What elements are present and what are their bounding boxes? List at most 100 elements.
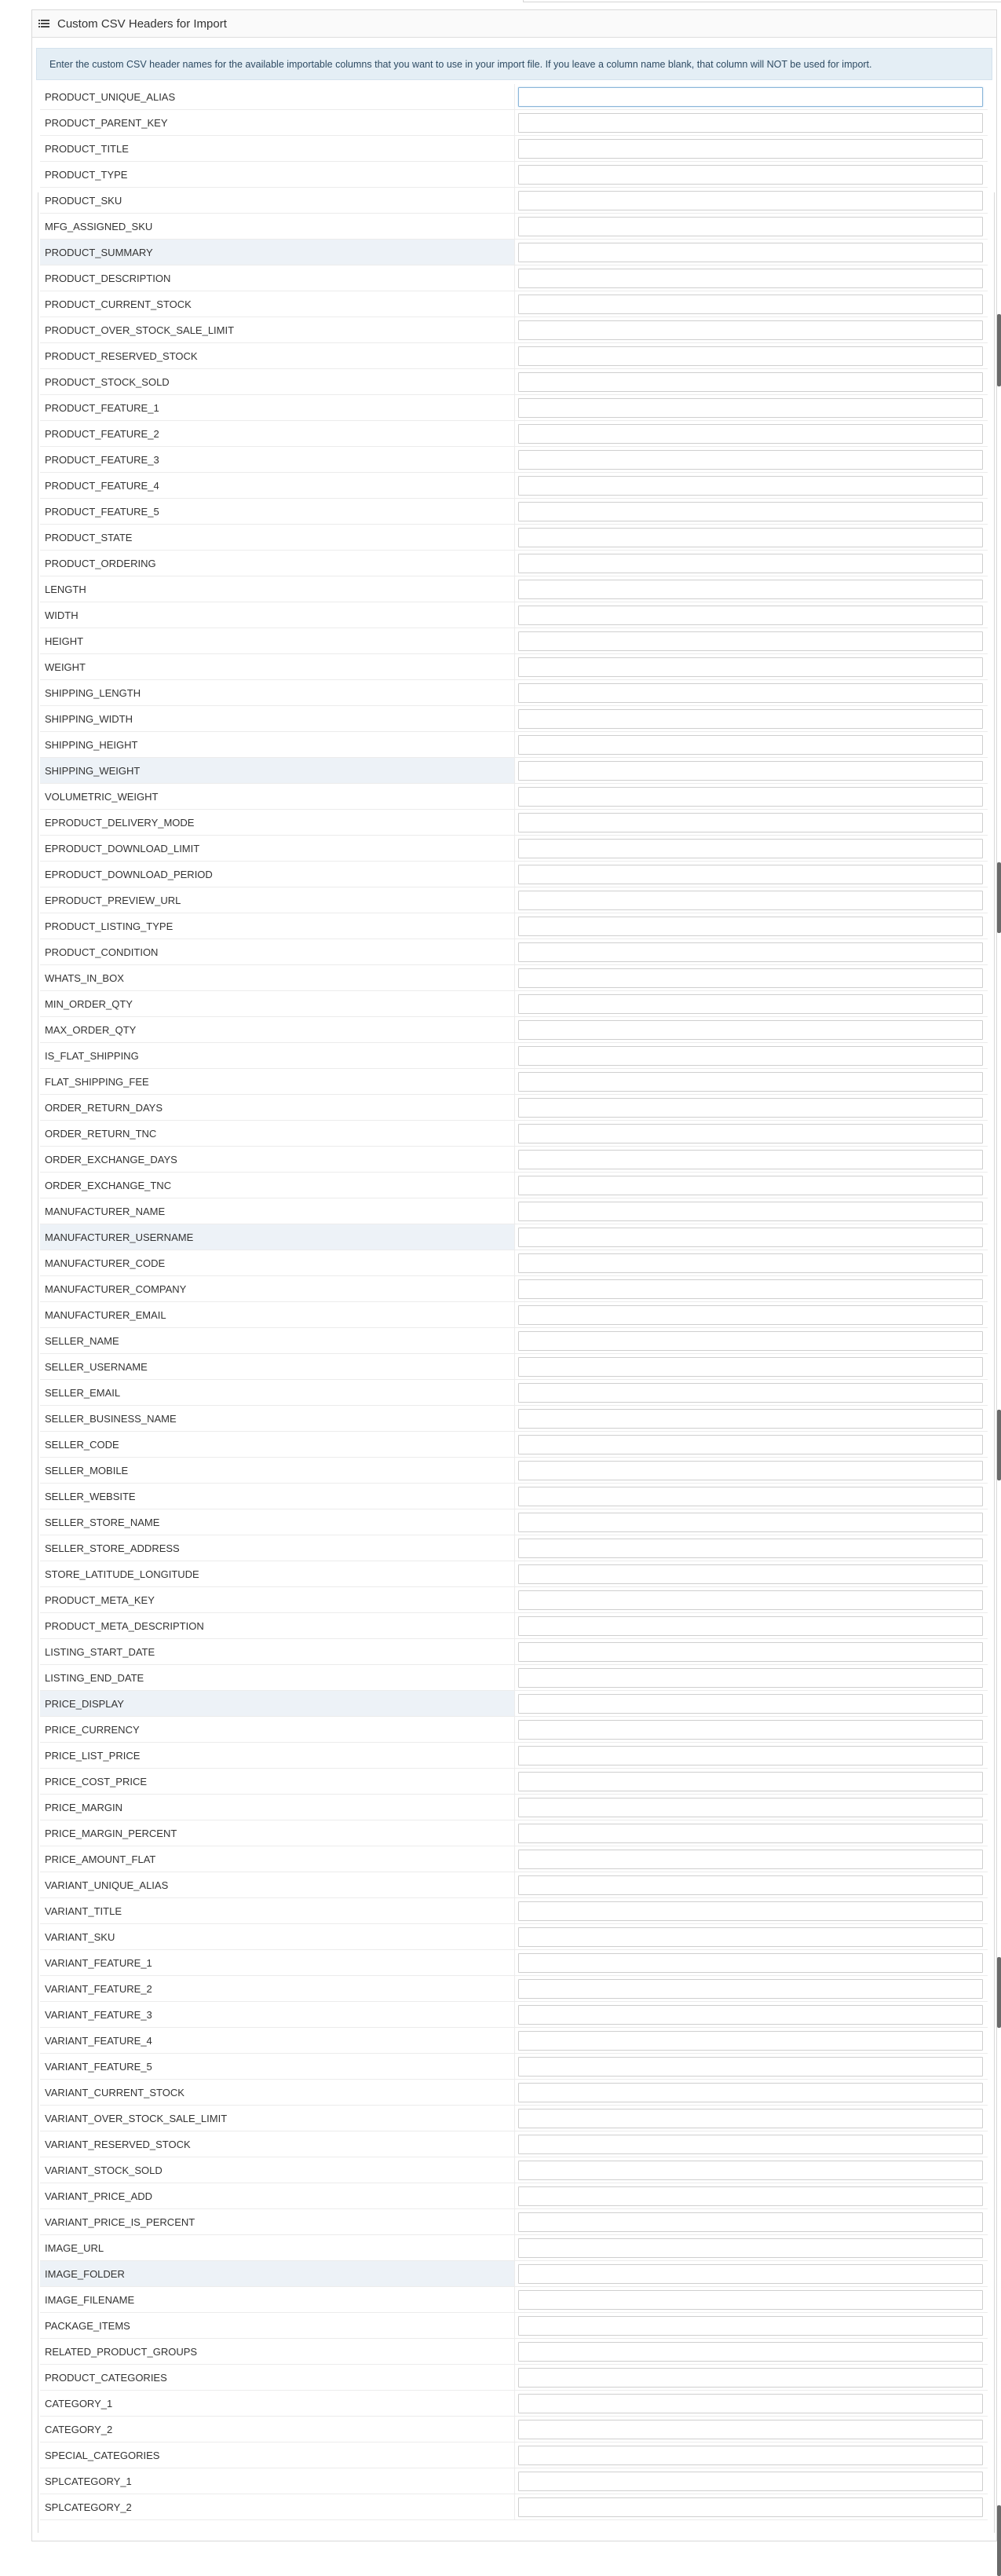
custom-header-input[interactable] — [518, 631, 983, 651]
custom-header-input[interactable] — [518, 1927, 983, 1947]
custom-header-input[interactable] — [518, 682, 983, 703]
custom-header-input[interactable] — [518, 812, 983, 832]
custom-header-input[interactable] — [518, 242, 983, 262]
custom-header-input[interactable] — [518, 527, 983, 547]
custom-header-input[interactable] — [518, 475, 983, 496]
custom-header-input[interactable] — [518, 1693, 983, 1714]
custom-header-input[interactable] — [518, 1123, 983, 1143]
custom-header-input[interactable] — [518, 657, 983, 677]
custom-header-input[interactable] — [518, 2030, 983, 2051]
custom-header-input[interactable] — [518, 1952, 983, 1973]
custom-header-input[interactable] — [518, 2082, 983, 2102]
custom-header-input[interactable] — [518, 1253, 983, 1273]
custom-header-input[interactable] — [518, 2186, 983, 2206]
custom-header-input[interactable] — [518, 708, 983, 729]
custom-header-input[interactable] — [518, 1071, 983, 1092]
custom-header-input[interactable] — [518, 2056, 983, 2077]
custom-header-input[interactable] — [518, 1201, 983, 1221]
custom-header-input[interactable] — [518, 1097, 983, 1118]
custom-header-input[interactable] — [518, 2445, 983, 2465]
custom-header-input[interactable] — [518, 2471, 983, 2491]
custom-header-input[interactable] — [518, 760, 983, 781]
custom-header-input[interactable] — [518, 2289, 983, 2310]
custom-header-input[interactable] — [518, 2419, 983, 2439]
custom-header-input[interactable] — [518, 864, 983, 884]
custom-header-input[interactable] — [518, 1149, 983, 1169]
custom-header-input[interactable] — [518, 1382, 983, 1403]
custom-header-input[interactable] — [518, 2212, 983, 2232]
custom-header-input[interactable] — [518, 1849, 983, 1869]
custom-header-input[interactable] — [518, 2134, 983, 2154]
custom-header-input[interactable] — [518, 294, 983, 314]
custom-header-input[interactable] — [518, 2263, 983, 2284]
custom-header-input[interactable] — [518, 86, 983, 107]
scrollbar-thumb[interactable] — [997, 314, 1001, 386]
custom-header-input[interactable] — [518, 2238, 983, 2258]
custom-header-input[interactable] — [518, 1590, 983, 1610]
custom-header-input[interactable] — [518, 890, 983, 910]
custom-header-input[interactable] — [518, 1978, 983, 1999]
custom-header-input[interactable] — [518, 1356, 983, 1377]
custom-header-input[interactable] — [518, 423, 983, 444]
custom-header-input[interactable] — [518, 1019, 983, 1040]
custom-header-input[interactable] — [518, 1279, 983, 1299]
custom-header-input[interactable] — [518, 216, 983, 236]
scrollbar-thumb[interactable] — [997, 2505, 1001, 2576]
custom-header-input[interactable] — [518, 2497, 983, 2517]
custom-header-input[interactable] — [518, 786, 983, 807]
custom-header-input[interactable] — [518, 734, 983, 755]
custom-header-input[interactable] — [518, 942, 983, 962]
custom-header-input[interactable] — [518, 190, 983, 210]
custom-header-input[interactable] — [518, 1330, 983, 1351]
custom-header-input[interactable] — [518, 2108, 983, 2128]
custom-header-input[interactable] — [518, 1745, 983, 1766]
scrollbar-thumb[interactable] — [997, 1410, 1001, 1480]
custom-header-input[interactable] — [518, 1615, 983, 1636]
scrollbar-thumb[interactable] — [997, 1957, 1001, 2028]
custom-header-input[interactable] — [518, 1227, 983, 1247]
custom-header-input[interactable] — [518, 2393, 983, 2413]
custom-header-input[interactable] — [518, 553, 983, 573]
custom-header-input[interactable] — [518, 1512, 983, 1532]
custom-header-input[interactable] — [518, 138, 983, 159]
custom-header-input[interactable] — [518, 1175, 983, 1195]
scrollbar-thumb[interactable] — [997, 862, 1001, 933]
custom-header-input[interactable] — [518, 397, 983, 418]
custom-header-input[interactable] — [518, 1408, 983, 1429]
custom-header-input[interactable] — [518, 371, 983, 392]
custom-header-input[interactable] — [518, 112, 983, 133]
custom-header-input[interactable] — [518, 501, 983, 521]
custom-header-input[interactable] — [518, 346, 983, 366]
custom-header-input[interactable] — [518, 1797, 983, 1817]
custom-header-input[interactable] — [518, 916, 983, 936]
custom-header-input[interactable] — [518, 2367, 983, 2388]
custom-header-input[interactable] — [518, 1823, 983, 1843]
custom-header-input[interactable] — [518, 164, 983, 185]
custom-header-input[interactable] — [518, 1460, 983, 1480]
custom-header-input[interactable] — [518, 2315, 983, 2336]
custom-header-input[interactable] — [518, 2341, 983, 2362]
column-row: PRODUCT_ORDERING — [40, 551, 988, 576]
custom-header-input[interactable] — [518, 268, 983, 288]
custom-header-input[interactable] — [518, 449, 983, 470]
custom-header-input[interactable] — [518, 1641, 983, 1662]
custom-header-input[interactable] — [518, 968, 983, 988]
custom-header-input[interactable] — [518, 1901, 983, 1921]
custom-header-input[interactable] — [518, 993, 983, 1014]
custom-header-input[interactable] — [518, 1667, 983, 1688]
custom-header-input[interactable] — [518, 2160, 983, 2180]
custom-header-input[interactable] — [518, 1045, 983, 1066]
custom-header-input[interactable] — [518, 1875, 983, 1895]
custom-header-input[interactable] — [518, 1486, 983, 1506]
custom-header-input[interactable] — [518, 605, 983, 625]
custom-header-input[interactable] — [518, 1771, 983, 1791]
custom-header-input[interactable] — [518, 1719, 983, 1740]
custom-header-input[interactable] — [518, 579, 983, 599]
custom-header-input[interactable] — [518, 2004, 983, 2025]
custom-header-input[interactable] — [518, 320, 983, 340]
custom-header-input[interactable] — [518, 1538, 983, 1558]
custom-header-input[interactable] — [518, 1434, 983, 1454]
custom-header-input[interactable] — [518, 838, 983, 858]
custom-header-input[interactable] — [518, 1564, 983, 1584]
custom-header-input[interactable] — [518, 1304, 983, 1325]
